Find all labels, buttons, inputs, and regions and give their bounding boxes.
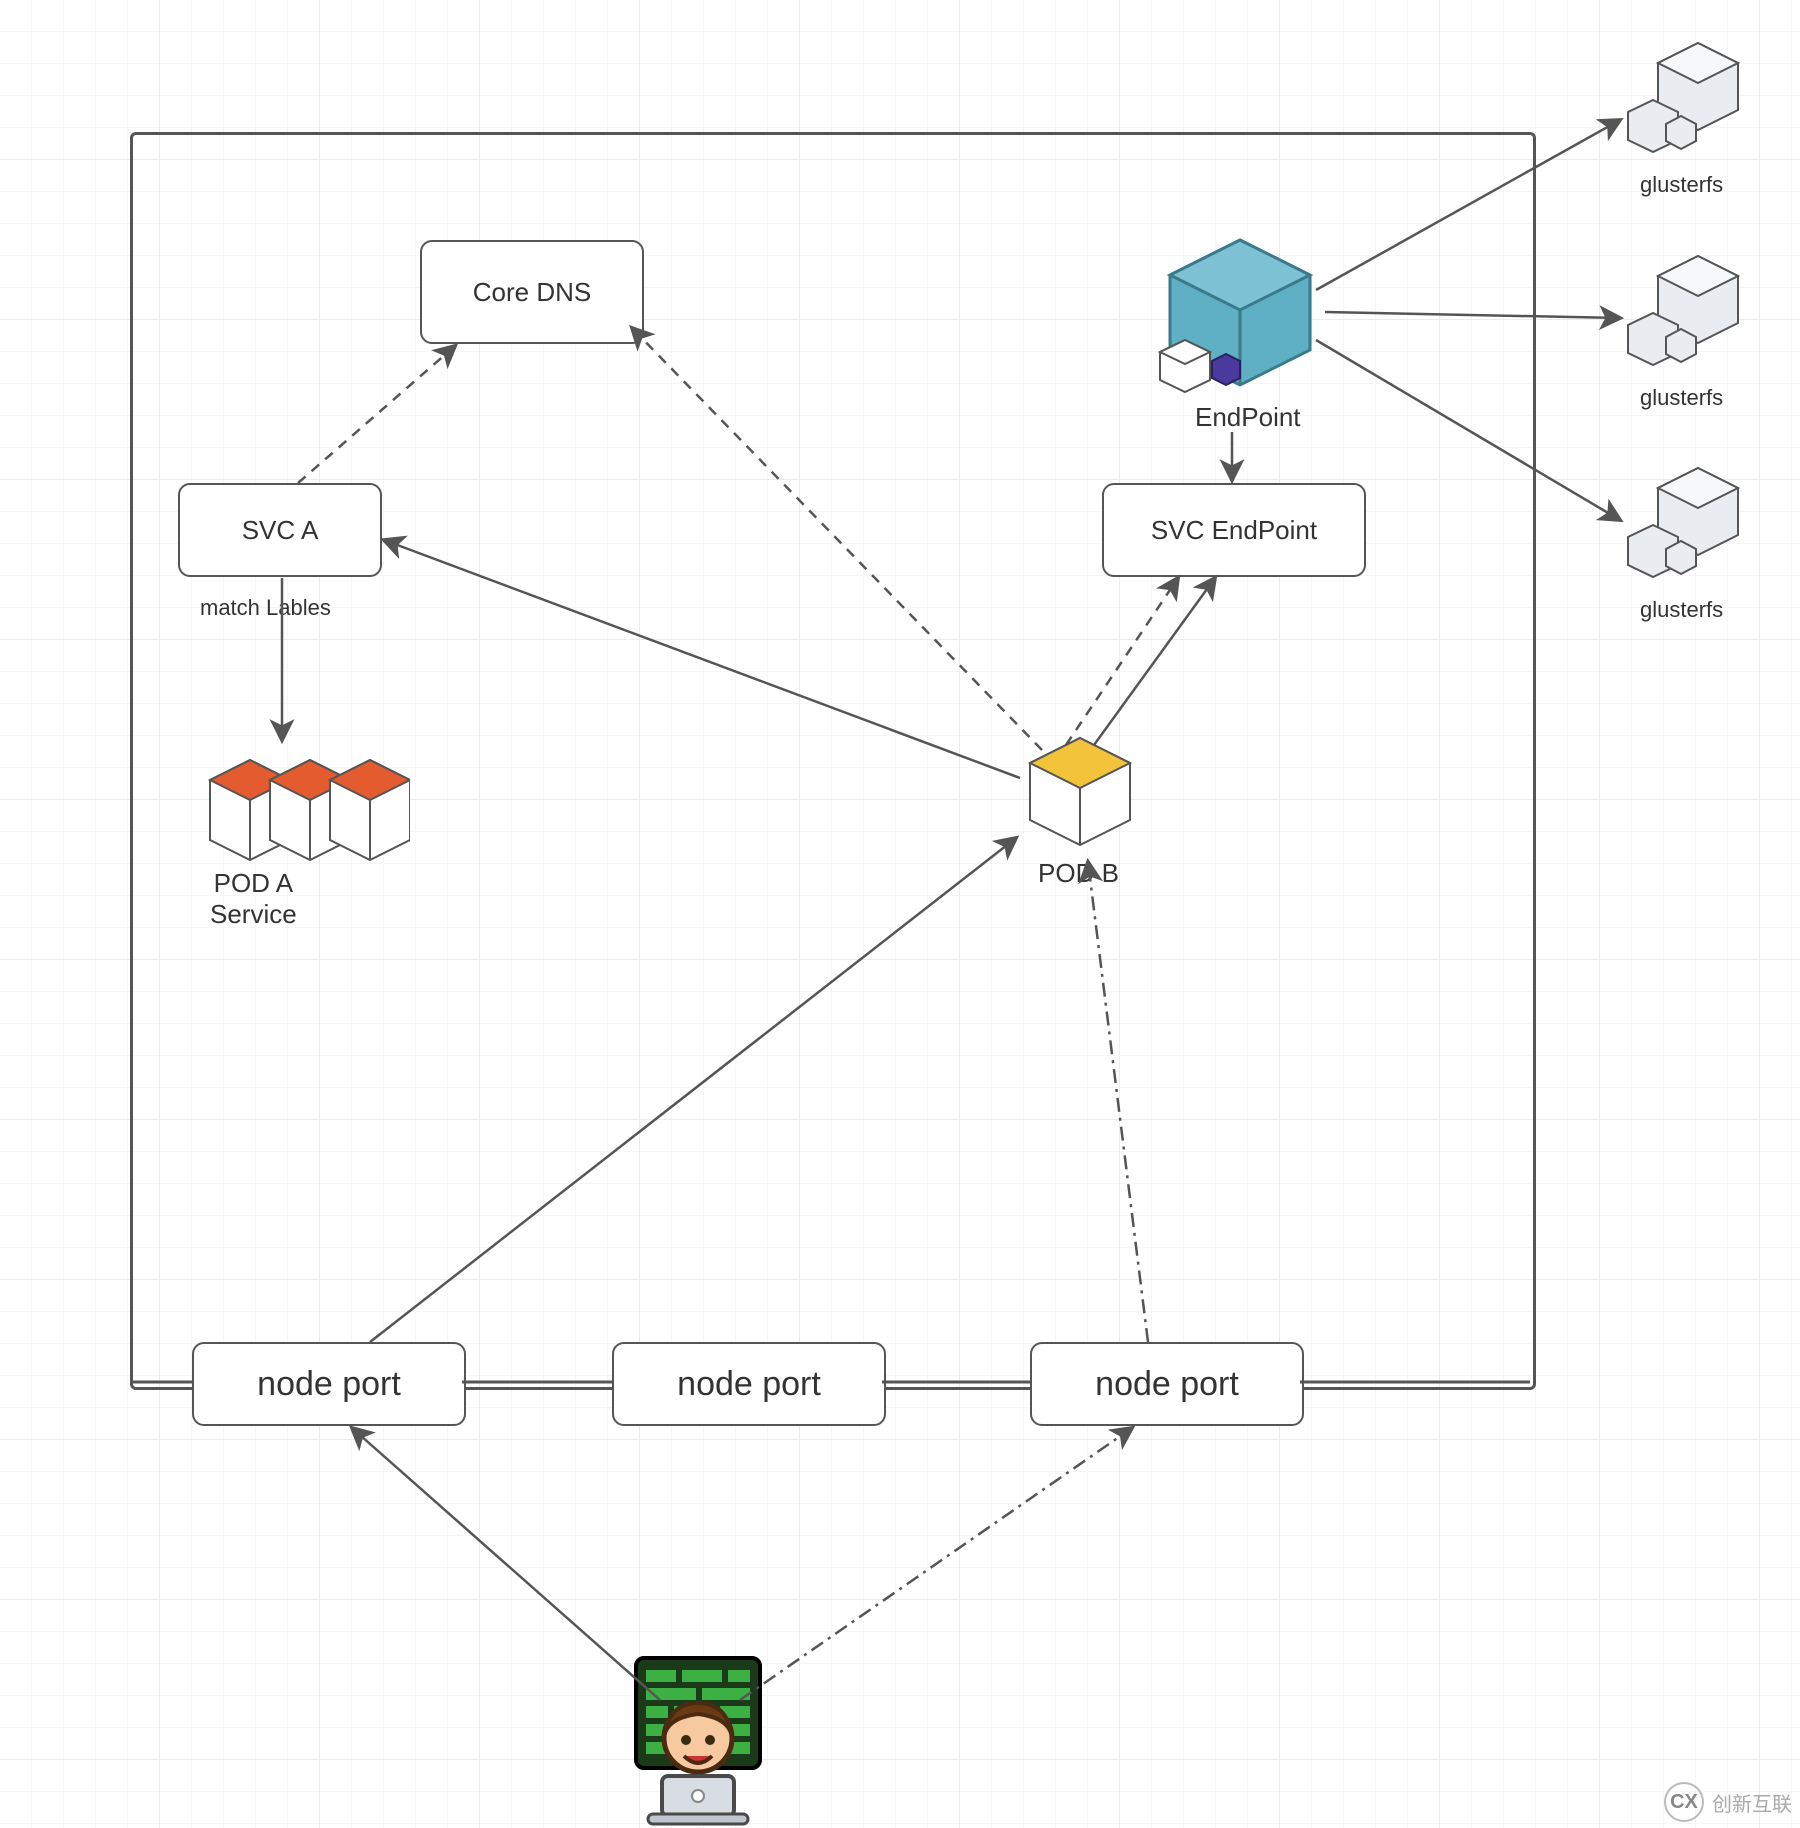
watermark-badge: CX: [1664, 1782, 1704, 1822]
watermark-text: 创新互联: [1712, 1788, 1792, 1817]
arrows-layer: [0, 0, 1800, 1828]
watermark: CX 创新互联: [1664, 1782, 1792, 1822]
diagram-stage: Core DNS SVC A match Lables POD A Servic…: [0, 0, 1800, 1828]
